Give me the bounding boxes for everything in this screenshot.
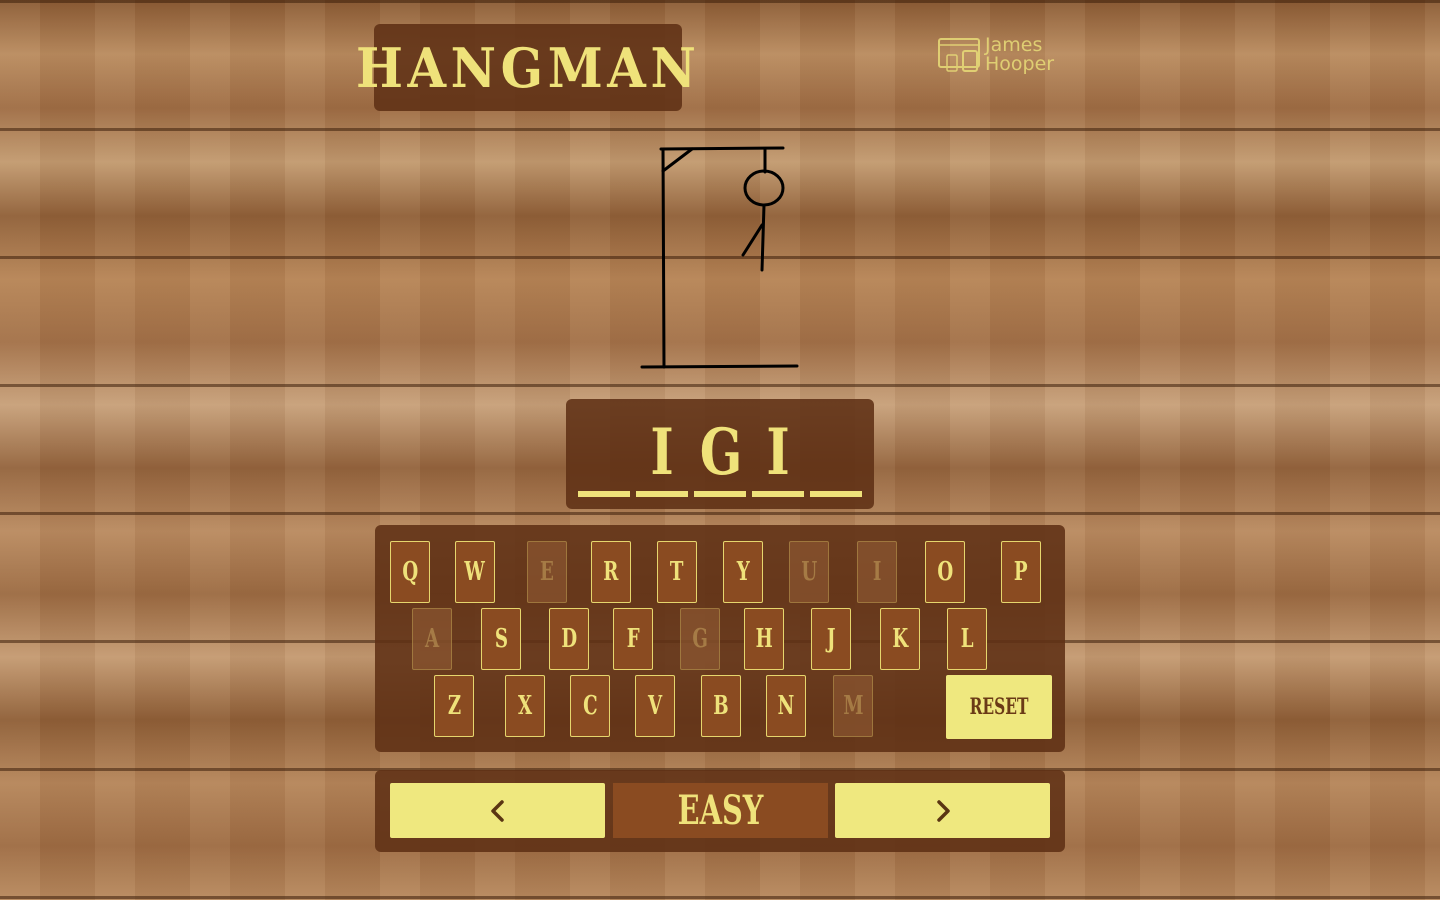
key-g: G [680, 608, 720, 670]
prev-difficulty-button[interactable] [390, 783, 605, 838]
key-label: K [892, 624, 908, 654]
key-s[interactable]: S [481, 608, 521, 670]
hangman-body [760, 203, 766, 272]
next-difficulty-button[interactable] [835, 783, 1050, 838]
difficulty-label: EASY [613, 783, 828, 838]
key-k[interactable]: K [880, 608, 920, 670]
key-label: O [937, 557, 953, 587]
key-b[interactable]: B [701, 675, 741, 737]
key-c[interactable]: C [570, 675, 610, 737]
key-label: T [670, 557, 684, 587]
key-a: A [412, 608, 452, 670]
key-label: L [960, 624, 974, 654]
key-label: C [582, 691, 598, 721]
key-label: F [626, 624, 640, 654]
letter-slot: G [694, 413, 746, 497]
key-label: B [713, 691, 729, 721]
key-u: U [789, 541, 829, 603]
key-label: H [755, 624, 773, 654]
key-label: G [692, 624, 708, 654]
key-x[interactable]: X [505, 675, 545, 737]
key-d[interactable]: D [549, 608, 589, 670]
letter-slot [578, 413, 630, 497]
key-label: E [540, 557, 554, 587]
key-n[interactable]: N [766, 675, 806, 737]
key-label: U [801, 557, 817, 587]
key-label: J [826, 624, 836, 654]
hangman-head [743, 169, 785, 207]
title-panel: HANGMAN [356, 24, 696, 111]
word-panel: I G I [566, 399, 874, 509]
key-w[interactable]: W [455, 541, 495, 603]
letter-slot: I [752, 413, 804, 497]
key-label: X [517, 691, 533, 721]
key-label: Z [447, 691, 461, 721]
key-label: Y [736, 557, 750, 587]
gallows-drawing [640, 146, 799, 369]
key-e: E [527, 541, 567, 603]
key-label: D [561, 624, 577, 654]
hangman-left-leg [741, 223, 764, 257]
key-label: Q [402, 557, 418, 587]
chevron-left-icon [490, 799, 504, 822]
key-o[interactable]: O [925, 541, 965, 603]
key-v[interactable]: V [635, 675, 675, 737]
reset-button[interactable]: RESET [946, 675, 1052, 739]
letter-slot: I [636, 413, 688, 497]
key-label: N [777, 691, 795, 721]
key-r[interactable]: R [591, 541, 631, 603]
key-label: W [464, 557, 486, 587]
key-t[interactable]: T [657, 541, 697, 603]
brand-line-2: Hooper [985, 53, 1055, 75]
gallows-post [661, 147, 666, 369]
letter-slot [810, 413, 862, 497]
devices-icon [938, 38, 980, 72]
key-i: I [857, 541, 897, 603]
key-m: M [833, 675, 873, 737]
key-label: V [647, 691, 663, 721]
key-label: I [872, 557, 882, 587]
key-label: M [842, 691, 864, 721]
key-f[interactable]: F [613, 608, 653, 670]
key-label: S [494, 624, 508, 654]
key-l[interactable]: L [947, 608, 987, 670]
key-j[interactable]: J [811, 608, 851, 670]
game-title: HANGMAN [355, 35, 701, 100]
key-y[interactable]: Y [723, 541, 763, 603]
key-z[interactable]: Z [434, 675, 474, 737]
key-h[interactable]: H [744, 608, 784, 670]
key-p[interactable]: P [1001, 541, 1041, 603]
key-label: A [424, 624, 440, 654]
brand-name: James Hooper [985, 36, 1054, 74]
gallows-brace [661, 147, 694, 173]
brand-logo[interactable]: James Hooper [937, 36, 1054, 74]
key-label: P [1014, 557, 1028, 587]
key-q[interactable]: Q [390, 541, 430, 603]
chevron-right-icon [936, 799, 950, 822]
key-label: R [603, 557, 619, 587]
